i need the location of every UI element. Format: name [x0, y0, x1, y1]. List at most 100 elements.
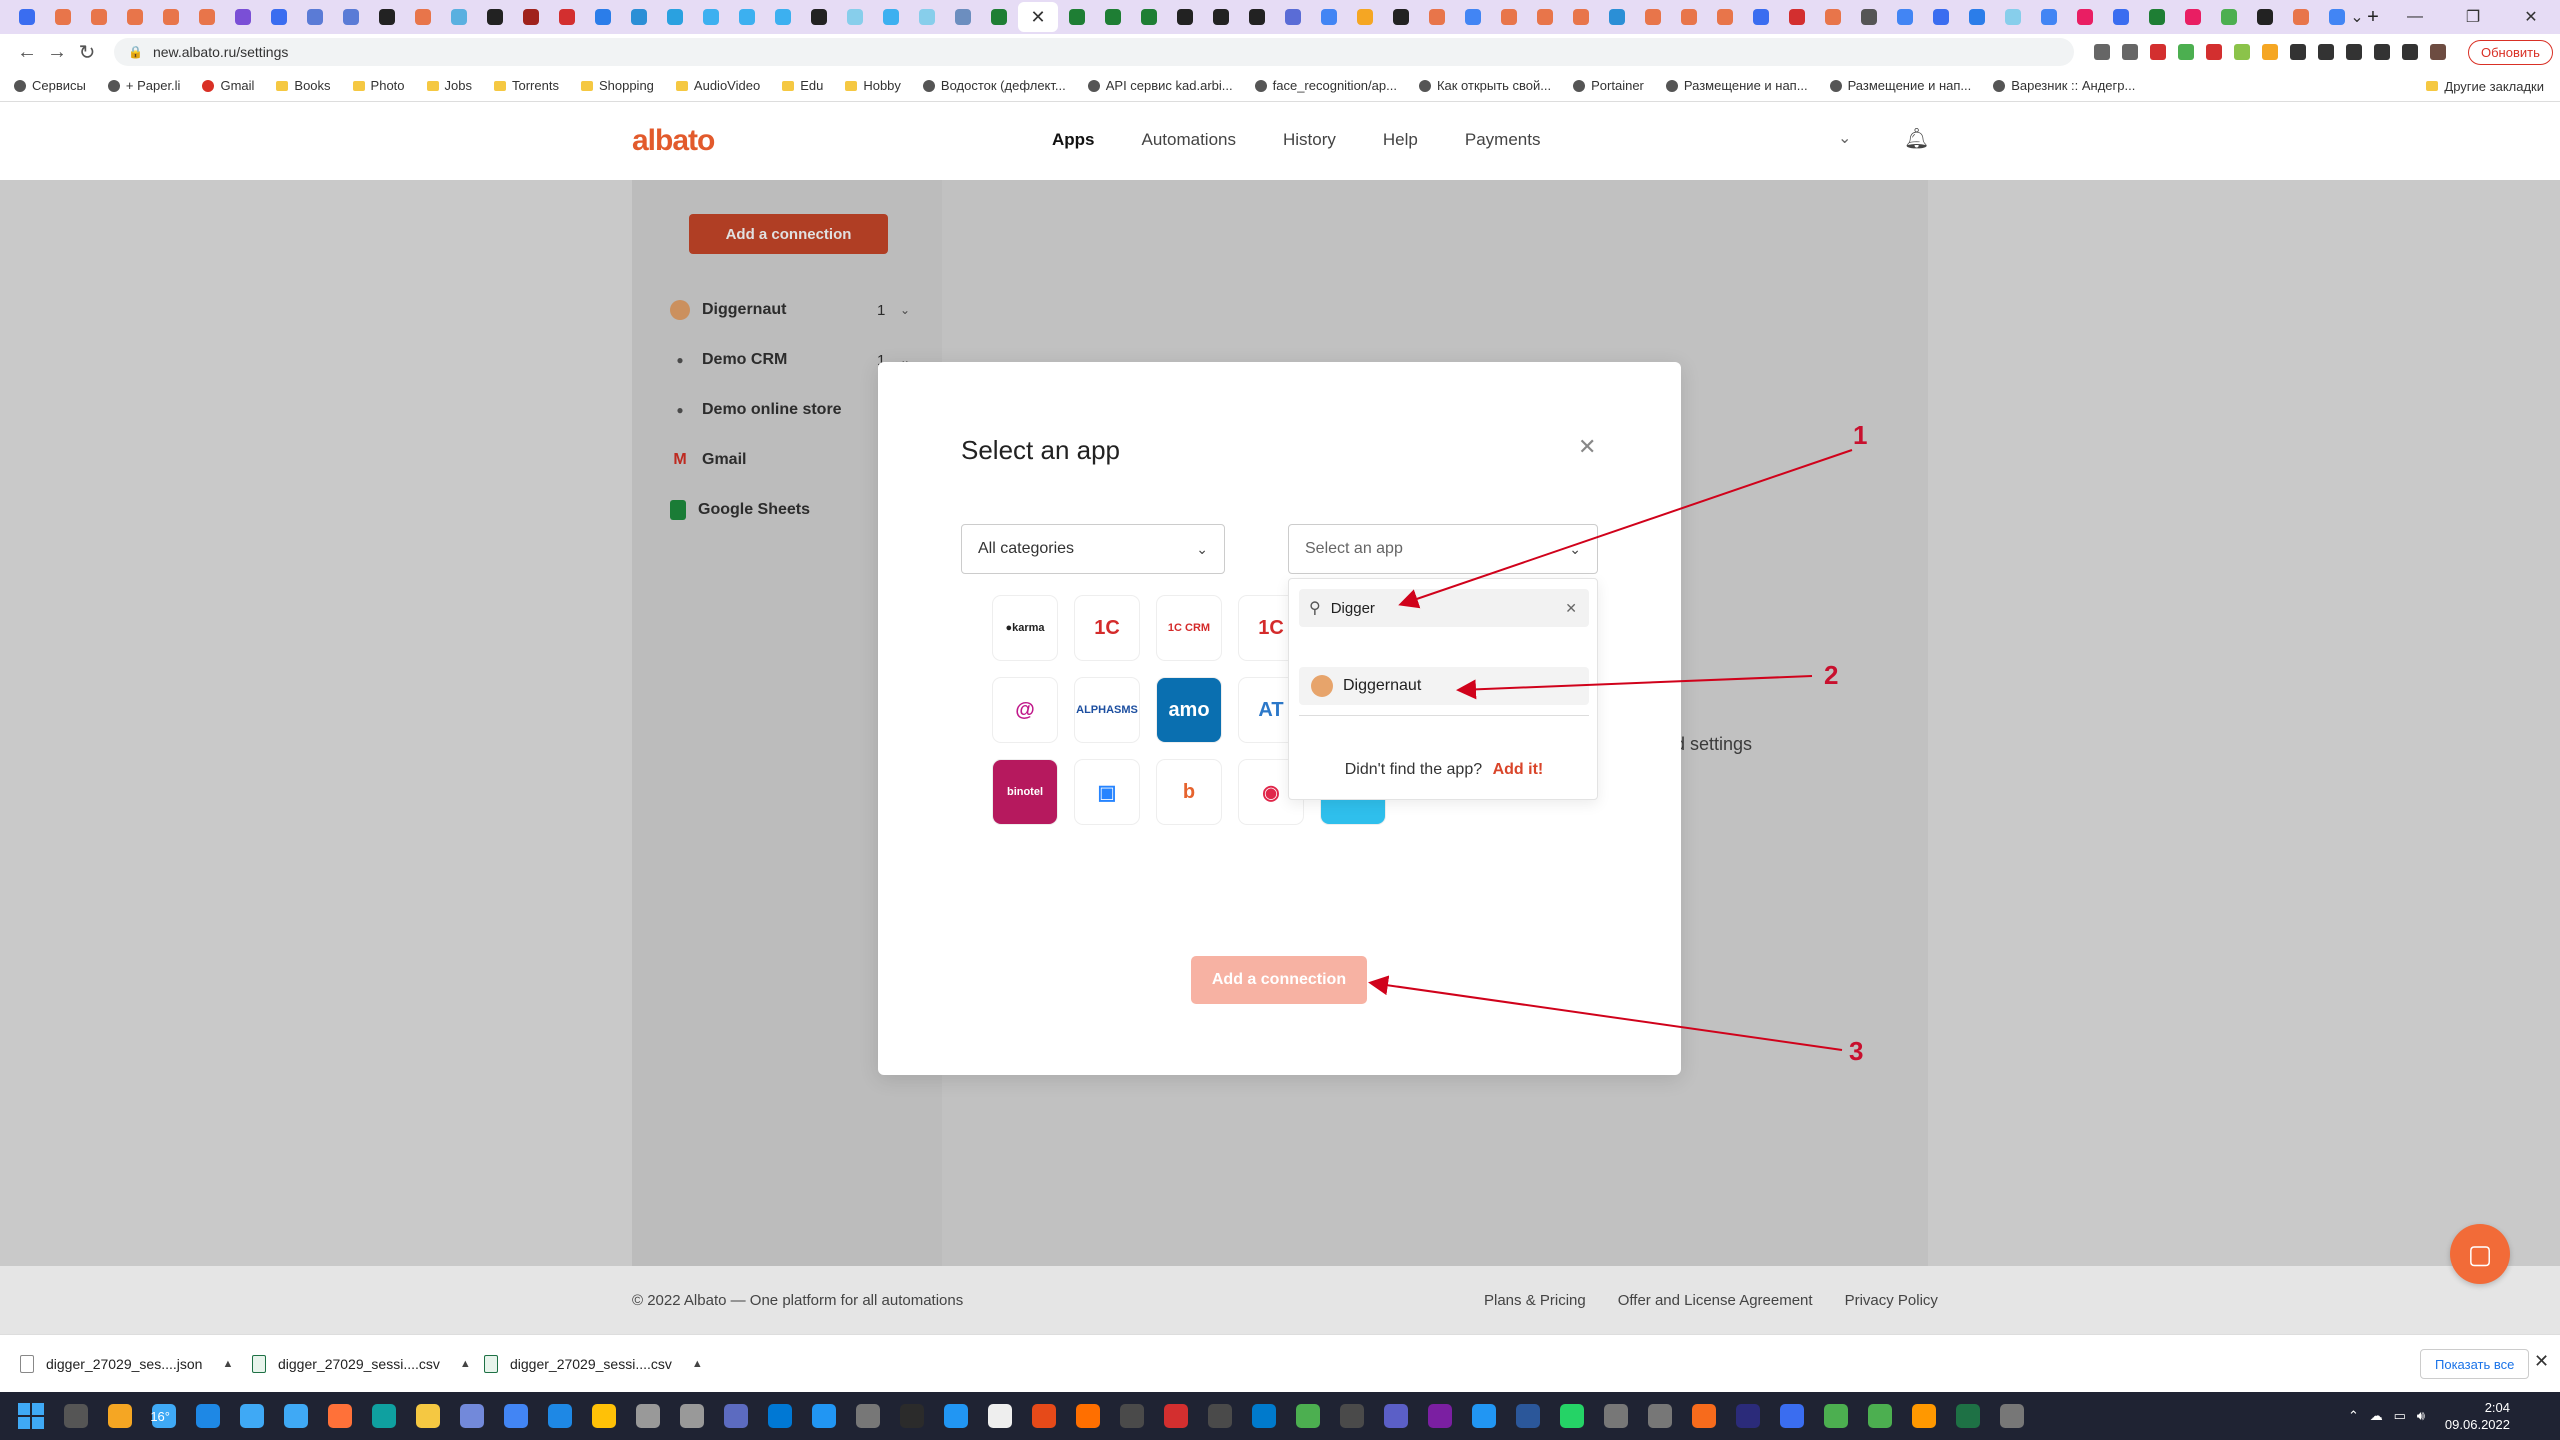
browser-tab[interactable]	[46, 2, 80, 32]
browser-tab[interactable]	[838, 2, 872, 32]
taskbar-app-icon[interactable]	[1736, 1404, 1760, 1428]
download-item[interactable]: digger_27029_ses....json ▲	[20, 1349, 233, 1379]
nav-payments[interactable]: Payments	[1465, 130, 1541, 150]
bookmark-item[interactable]: Размещение и нап...	[1829, 78, 1971, 93]
extension-icon[interactable]	[2178, 44, 2194, 60]
taskbar-app-icon[interactable]	[592, 1404, 616, 1428]
taskbar-app-icon[interactable]	[196, 1404, 220, 1428]
albato-logo[interactable]: albato	[632, 124, 715, 158]
browser-tab[interactable]	[910, 2, 944, 32]
bookmark-item[interactable]: Edu	[782, 78, 823, 93]
browser-tab[interactable]	[658, 2, 692, 32]
taskbar-app-icon[interactable]	[944, 1404, 968, 1428]
browser-tab[interactable]	[1420, 2, 1454, 32]
browser-tab[interactable]	[262, 2, 296, 32]
browser-tab[interactable]	[1528, 2, 1562, 32]
browser-tab[interactable]	[82, 2, 116, 32]
browser-tab[interactable]	[226, 2, 260, 32]
taskbar-app-icon[interactable]	[416, 1404, 440, 1428]
bookmark-item[interactable]: Водосток (дефлект...	[922, 78, 1066, 93]
extension-icon[interactable]	[2234, 44, 2250, 60]
browser-tab[interactable]	[1888, 2, 1922, 32]
other-bookmarks[interactable]: Другие закладки	[2426, 70, 2544, 102]
taskbar-app-icon[interactable]	[372, 1404, 396, 1428]
taskbar-app-icon[interactable]	[1868, 1404, 1892, 1428]
browser-tab[interactable]	[1564, 2, 1598, 32]
browser-tab[interactable]	[442, 2, 476, 32]
app-tile[interactable]: 1С CRM	[1157, 596, 1221, 660]
taskbar-app-icon[interactable]	[64, 1404, 88, 1428]
chevron-up-icon[interactable]: ▲	[460, 1358, 471, 1370]
browser-tab[interactable]	[2140, 2, 2174, 32]
taskbar-app-icon[interactable]	[1912, 1404, 1936, 1428]
browser-tab[interactable]	[406, 2, 440, 32]
taskbar-app-icon[interactable]	[1208, 1404, 1232, 1428]
browser-tab[interactable]	[1780, 2, 1814, 32]
footer-link-offer[interactable]: Offer and License Agreement	[1618, 1292, 1813, 1309]
download-item[interactable]: digger_27029_sessi....csv ▲	[252, 1349, 471, 1379]
browser-tab[interactable]	[1384, 2, 1418, 32]
close-icon[interactable]: ✕	[1578, 434, 1596, 460]
browser-tab[interactable]	[1744, 2, 1778, 32]
minimize-icon[interactable]: —	[2386, 8, 2444, 26]
browser-tab[interactable]	[10, 2, 44, 32]
app-tile[interactable]: @	[993, 678, 1057, 742]
browser-tab[interactable]	[1636, 2, 1670, 32]
browser-tab[interactable]	[1060, 2, 1094, 32]
taskbar-app-icon[interactable]	[1648, 1404, 1672, 1428]
bookmark-item[interactable]: Сервисы	[14, 78, 86, 93]
windows-start-icon[interactable]	[18, 1403, 44, 1429]
taskbar-app-icon[interactable]	[1516, 1404, 1540, 1428]
taskbar-app-icon[interactable]	[1076, 1404, 1100, 1428]
browser-tab[interactable]	[2248, 2, 2282, 32]
taskbar-app-icon[interactable]	[548, 1404, 572, 1428]
bookmark-item[interactable]: Как открыть свой...	[1418, 78, 1551, 93]
app-tile[interactable]: ▣	[1075, 760, 1139, 824]
nav-help[interactable]: Help	[1383, 130, 1418, 150]
browser-tab[interactable]	[1096, 2, 1130, 32]
browser-tab[interactable]	[118, 2, 152, 32]
taskbar-app-icon[interactable]	[1164, 1404, 1188, 1428]
bookmark-item[interactable]: Варезник :: Андегр...	[1993, 78, 2135, 93]
taskbar-app-icon[interactable]	[284, 1404, 308, 1428]
extension-icon[interactable]	[2346, 44, 2362, 60]
category-select[interactable]: All categories ⌄	[961, 524, 1225, 574]
browser-tab[interactable]	[1672, 2, 1706, 32]
bookmark-item[interactable]: face_recognition/ap...	[1254, 78, 1397, 93]
browser-tab[interactable]	[370, 2, 404, 32]
taskbar-app-icon[interactable]	[2000, 1404, 2024, 1428]
bookmark-item[interactable]: Books	[276, 78, 331, 93]
browser-tab[interactable]	[334, 2, 368, 32]
browser-tab[interactable]	[190, 2, 224, 32]
bookmark-item[interactable]: AudioVideo	[675, 78, 760, 93]
browser-tab-active[interactable]: ✕	[1018, 2, 1058, 32]
browser-tab[interactable]	[802, 2, 836, 32]
app-search-input[interactable]	[1330, 599, 1541, 617]
nav-history[interactable]: History	[1283, 130, 1336, 150]
close-window-icon[interactable]: ✕	[2502, 7, 2560, 27]
extension-icon[interactable]	[2374, 44, 2390, 60]
browser-tab[interactable]	[874, 2, 908, 32]
taskbar-app-icon[interactable]	[900, 1404, 924, 1428]
taskbar-app-icon[interactable]	[240, 1404, 264, 1428]
taskbar-app-icon[interactable]	[680, 1404, 704, 1428]
browser-tab[interactable]	[2068, 2, 2102, 32]
browser-tab[interactable]	[946, 2, 980, 32]
clock[interactable]: 2:04 09.06.2022	[2445, 1399, 2510, 1433]
browser-tab[interactable]	[1492, 2, 1526, 32]
taskbar-app-icon[interactable]	[856, 1404, 880, 1428]
reload-icon[interactable]: ↻	[72, 40, 102, 65]
taskbar-app-icon[interactable]	[1472, 1404, 1496, 1428]
taskbar-app-icon[interactable]	[812, 1404, 836, 1428]
nav-apps[interactable]: Apps	[1052, 130, 1095, 150]
app-tile[interactable]: 1С	[1075, 596, 1139, 660]
search-result-diggernaut[interactable]: Diggernaut	[1299, 667, 1589, 705]
taskbar-app-icon[interactable]	[1780, 1404, 1804, 1428]
browser-tab[interactable]	[1132, 2, 1166, 32]
browser-tab[interactable]	[1348, 2, 1382, 32]
taskbar-app-icon[interactable]	[1340, 1404, 1364, 1428]
bookmark-item[interactable]: API сервис kad.arbi...	[1087, 78, 1233, 93]
bookmark-item[interactable]: Jobs	[426, 78, 472, 93]
bookmark-item[interactable]: Portainer	[1573, 78, 1644, 93]
modal-add-connection-button[interactable]: Add a connection	[1191, 956, 1367, 1004]
